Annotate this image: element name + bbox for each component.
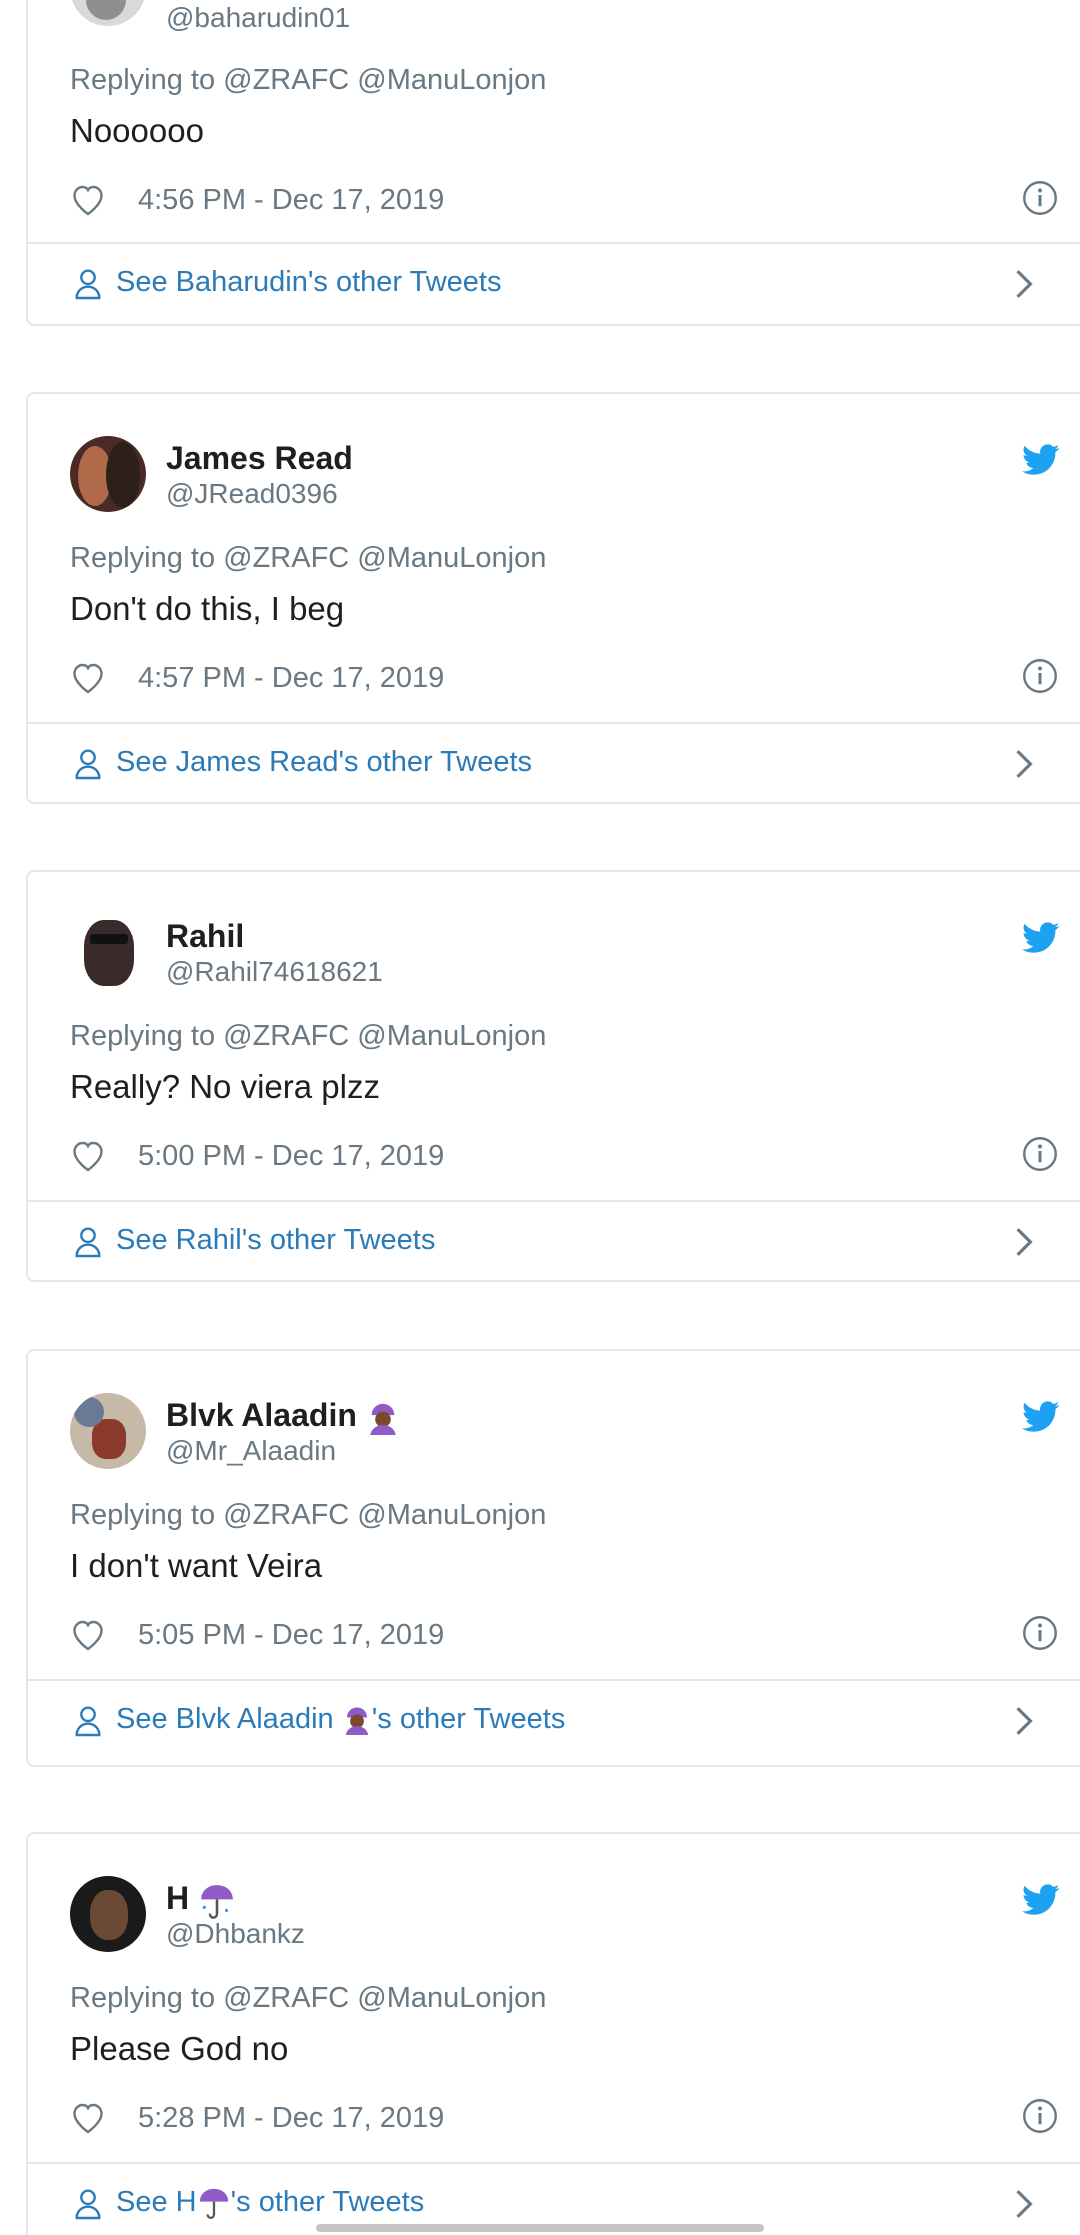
user-icon	[75, 269, 101, 300]
info-icon[interactable]	[1022, 180, 1058, 216]
tweet-text: I don't want Veira	[70, 1547, 323, 1584]
tweet-timestamp[interactable]: 5:28 PM - Dec 17, 2019	[138, 2102, 444, 2135]
twitter-bird-icon[interactable]	[1022, 444, 1060, 476]
chevron-right-icon[interactable]	[1014, 748, 1034, 780]
tweet-text: Don't do this, I beg	[70, 590, 345, 627]
user-handle[interactable]: @baharudin01	[166, 2, 350, 34]
tweet-card: James Read @JRead0396 Replying to @ZRAFC…	[26, 392, 1080, 804]
see-other-label[interactable]: See James Read's other Tweets	[116, 746, 532, 779]
info-icon[interactable]	[1022, 658, 1058, 694]
info-icon[interactable]	[1022, 2098, 1058, 2134]
chevron-right-icon[interactable]	[1014, 1226, 1034, 1258]
user-icon	[75, 749, 101, 780]
tweet-card: @baharudin01 Replying to @ZRAFC @ManuLon…	[26, 0, 1080, 326]
replying-to[interactable]: Replying to @ZRAFC @ManuLonjon	[70, 1982, 546, 2015]
see-other-tweets-link[interactable]: See James Read's other Tweets	[28, 724, 1080, 804]
tweet-meta: 4:57 PM - Dec 17, 2019	[70, 658, 1060, 698]
umbrella-with-rain-emoji	[199, 2189, 228, 2220]
tweet-header: James Read @JRead0396	[70, 436, 1060, 516]
user-handle[interactable]: @Rahil74618621	[166, 956, 383, 988]
tweet-timestamp[interactable]: 4:56 PM - Dec 17, 2019	[138, 184, 444, 217]
chevron-right-icon[interactable]	[1014, 1705, 1034, 1737]
see-other-tweets-link[interactable]: See Baharudin's other Tweets	[28, 244, 1080, 324]
avatar[interactable]	[70, 1393, 146, 1469]
heart-icon[interactable]	[70, 660, 106, 694]
user-icon	[75, 1227, 101, 1258]
tweet-card: H @Dhbankz Replying to @ZRAFC @ManuLonjo…	[26, 1832, 1080, 2235]
tweet-card: Blvk Alaadin @Mr_Alaadin Replying to @ZR…	[26, 1349, 1080, 1767]
umbrella-with-rain-emoji	[201, 1884, 233, 1919]
avatar[interactable]	[70, 0, 146, 26]
tweet-timestamp[interactable]: 4:57 PM - Dec 17, 2019	[138, 662, 444, 695]
see-other-suffix: 's other Tweets	[371, 1703, 566, 1735]
twitter-bird-icon[interactable]	[1022, 922, 1060, 954]
user-handle[interactable]: @JRead0396	[166, 478, 338, 510]
see-other-tweets-link[interactable]: See Rahil's other Tweets	[28, 1202, 1080, 1282]
tweet-text: Please God no	[70, 2030, 289, 2067]
user-name-text: Blvk Alaadin	[166, 1397, 357, 1433]
tweet-header: @baharudin01	[70, 0, 1060, 33]
see-other-suffix: 's other Tweets	[230, 2186, 425, 2218]
heart-icon[interactable]	[70, 1617, 106, 1651]
tweet-header: H @Dhbankz	[70, 1876, 1060, 1956]
user-handle[interactable]: @Mr_Alaadin	[166, 1435, 336, 1467]
heart-icon[interactable]	[70, 182, 106, 216]
tweet-text: Really? No viera plzz	[70, 1068, 380, 1105]
replying-to[interactable]: Replying to @ZRAFC @ManuLonjon	[70, 64, 546, 97]
tweet-meta: 5:28 PM - Dec 17, 2019	[70, 2098, 1060, 2138]
see-other-label[interactable]: See Blvk Alaadin 's other Tweets	[116, 1703, 565, 1736]
tweet-timestamp[interactable]: 5:05 PM - Dec 17, 2019	[138, 1619, 444, 1652]
chevron-right-icon[interactable]	[1014, 268, 1034, 300]
heart-icon[interactable]	[70, 1138, 106, 1172]
scrollbar[interactable]	[316, 2224, 764, 2232]
user-name[interactable]: Blvk Alaadin	[166, 1397, 400, 1435]
avatar[interactable]	[70, 1876, 146, 1952]
see-other-label[interactable]: See Rahil's other Tweets	[116, 1224, 435, 1257]
tweet-meta: 4:56 PM - Dec 17, 2019	[70, 180, 1060, 220]
twitter-bird-icon[interactable]	[1022, 1401, 1060, 1433]
tweet-card: Rahil @Rahil74618621 Replying to @ZRAFC …	[26, 870, 1080, 1282]
heart-icon[interactable]	[70, 2100, 106, 2134]
tweet-meta: 5:05 PM - Dec 17, 2019	[70, 1615, 1060, 1655]
user-icon	[75, 2189, 101, 2220]
person-with-turban-emoji	[345, 1707, 368, 1736]
chevron-right-icon[interactable]	[1014, 2188, 1034, 2220]
avatar[interactable]	[70, 914, 146, 990]
tweet-header: Rahil @Rahil74618621	[70, 914, 1060, 994]
replying-to[interactable]: Replying to @ZRAFC @ManuLonjon	[70, 1020, 546, 1053]
see-other-tweets-link[interactable]: See Blvk Alaadin 's other Tweets	[28, 1681, 1080, 1761]
see-other-prefix: See H	[116, 2186, 197, 2218]
user-name[interactable]: H	[166, 1880, 236, 1920]
avatar[interactable]	[70, 436, 146, 512]
replying-to[interactable]: Replying to @ZRAFC @ManuLonjon	[70, 1499, 546, 1532]
see-other-prefix: See Blvk Alaadin	[116, 1703, 334, 1735]
tweet-header: Blvk Alaadin @Mr_Alaadin	[70, 1393, 1060, 1473]
see-other-label[interactable]: See H 's other Tweets	[116, 2186, 424, 2220]
user-handle[interactable]: @Dhbankz	[166, 1918, 305, 1950]
info-icon[interactable]	[1022, 1615, 1058, 1651]
replying-to[interactable]: Replying to @ZRAFC @ManuLonjon	[70, 542, 546, 575]
user-name[interactable]: Rahil	[166, 918, 244, 955]
see-other-label[interactable]: See Baharudin's other Tweets	[116, 266, 501, 299]
user-icon	[75, 1706, 101, 1737]
tweet-feed: @baharudin01 Replying to @ZRAFC @ManuLon…	[0, 0, 1080, 2235]
tweet-meta: 5:00 PM - Dec 17, 2019	[70, 1136, 1060, 1176]
person-with-turban-emoji	[370, 1403, 396, 1435]
twitter-bird-icon[interactable]	[1022, 1884, 1060, 1916]
tweet-timestamp[interactable]: 5:00 PM - Dec 17, 2019	[138, 1140, 444, 1173]
user-name-text: H	[166, 1880, 190, 1916]
user-name[interactable]: James Read	[166, 440, 353, 477]
info-icon[interactable]	[1022, 1136, 1058, 1172]
tweet-text: Noooooo	[70, 112, 204, 149]
